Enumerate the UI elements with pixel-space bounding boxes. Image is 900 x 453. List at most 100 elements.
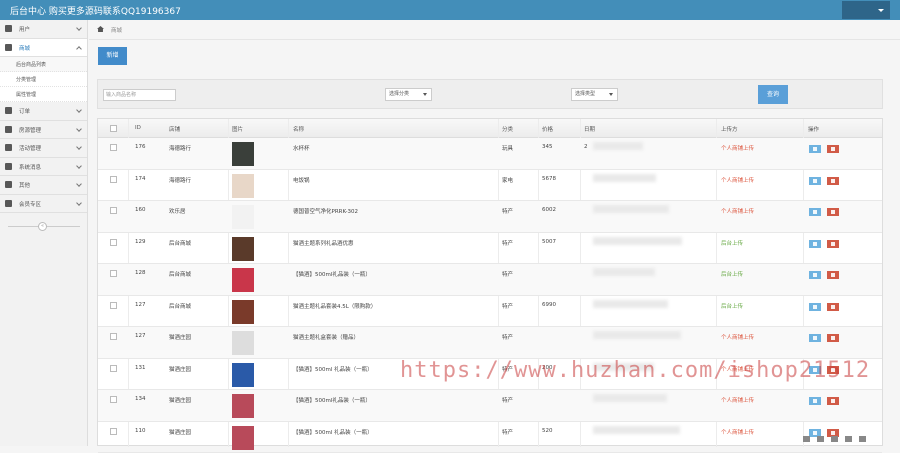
cell-price: 5678 bbox=[542, 176, 556, 182]
row-checkbox[interactable] bbox=[110, 239, 117, 246]
user-menu-button[interactable] bbox=[842, 1, 890, 19]
row-checkbox[interactable] bbox=[110, 396, 117, 403]
breadcrumb: 商城 bbox=[89, 20, 900, 40]
cell-uploader: 个人商铺上传 bbox=[721, 144, 754, 152]
cell-shop: 猫酒庄园 bbox=[169, 365, 191, 373]
type-select[interactable]: 选择类型 bbox=[571, 88, 618, 101]
cell-id: 176 bbox=[135, 144, 146, 150]
row-checkbox[interactable] bbox=[110, 302, 117, 309]
search-button[interactable]: 查询 bbox=[758, 85, 788, 104]
delete-icon[interactable] bbox=[827, 208, 839, 216]
delete-icon[interactable] bbox=[827, 397, 839, 405]
delete-icon[interactable] bbox=[827, 334, 839, 342]
cell-name: 猫酒主题礼盒套装（赠品） bbox=[293, 333, 359, 341]
sidebar-item-users[interactable]: 用户 bbox=[0, 20, 87, 39]
sidebar-item-other[interactable]: 其他 bbox=[0, 176, 87, 195]
cell-price: 520 bbox=[542, 428, 553, 434]
sidebar-item-messages[interactable]: 系统消息 bbox=[0, 158, 87, 177]
sidebar-item-orders[interactable]: 订单 bbox=[0, 102, 87, 121]
row-checkbox[interactable] bbox=[110, 270, 117, 277]
sidebar-subitem-attribute[interactable]: 属性管理 bbox=[0, 87, 87, 102]
breadcrumb-current: 商城 bbox=[111, 26, 122, 34]
col-image: 图片 bbox=[232, 125, 243, 133]
category-select[interactable]: 选择分类 bbox=[385, 88, 432, 101]
edit-icon[interactable] bbox=[809, 271, 821, 279]
cell-shop: 海德路行 bbox=[169, 176, 191, 184]
row-checkbox[interactable] bbox=[110, 428, 117, 435]
app-title: 后台中心 购买更多源码联系QQ19196367 bbox=[10, 4, 181, 17]
cell-category: 特产 bbox=[502, 428, 513, 436]
cell-uploader: 个人商铺上传 bbox=[721, 207, 754, 215]
edit-icon[interactable] bbox=[809, 397, 821, 405]
row-checkbox[interactable] bbox=[110, 176, 117, 183]
table-row: 128后台商城【猫酒】500ml礼品装（一瓶）特产后台上传 bbox=[98, 264, 882, 296]
product-thumbnail bbox=[232, 394, 254, 418]
redacted-date bbox=[593, 363, 654, 371]
sidebar-item-member[interactable]: 会员专区 bbox=[0, 195, 87, 214]
cell-uploader: 个人商铺上传 bbox=[721, 428, 754, 436]
product-name-input[interactable]: 输入商品名称 bbox=[103, 89, 176, 101]
edit-icon[interactable] bbox=[809, 366, 821, 374]
cell-category: 特产 bbox=[502, 207, 513, 215]
edit-icon[interactable] bbox=[809, 303, 821, 311]
cell-id: 127 bbox=[135, 333, 146, 339]
sidebar-subitem-product-list[interactable]: 后台商品列表 bbox=[0, 57, 87, 72]
select-all-checkbox[interactable] bbox=[110, 125, 117, 132]
chevron-up-icon bbox=[76, 46, 82, 52]
edit-icon[interactable] bbox=[809, 334, 821, 342]
cell-price: 6002 bbox=[542, 207, 556, 213]
cell-category: 特产 bbox=[502, 396, 513, 404]
sidebar-item-housing[interactable]: 房源管理 bbox=[0, 121, 87, 140]
col-category: 分类 bbox=[502, 125, 513, 133]
delete-icon[interactable] bbox=[827, 366, 839, 374]
product-thumbnail bbox=[232, 268, 254, 292]
delete-icon[interactable] bbox=[827, 177, 839, 185]
row-checkbox[interactable] bbox=[110, 333, 117, 340]
sidebar-item-mall[interactable]: 商城 bbox=[0, 39, 87, 58]
house-icon bbox=[5, 126, 12, 133]
edit-icon[interactable] bbox=[809, 208, 821, 216]
product-thumbnail bbox=[232, 331, 254, 355]
sidebar-collapse-button[interactable]: « bbox=[38, 222, 47, 231]
cell-uploader: 个人商铺上传 bbox=[721, 176, 754, 184]
filter-bar: 输入商品名称 选择分类 选择类型 查询 bbox=[97, 79, 883, 109]
table-header: ID 店铺 图片 名称 分类 价格 日期 上传方 操作 bbox=[98, 119, 882, 138]
table-row: 160欢乐居德国普空气净化PRRK-302特产6002个人商铺上传 bbox=[98, 201, 882, 233]
row-checkbox[interactable] bbox=[110, 144, 117, 151]
cell-shop: 猫酒庄园 bbox=[169, 333, 191, 341]
cell-price: 5007 bbox=[542, 239, 556, 245]
edit-icon[interactable] bbox=[809, 240, 821, 248]
caret-down-icon bbox=[609, 93, 613, 96]
col-shop: 店铺 bbox=[169, 125, 180, 133]
edit-icon[interactable] bbox=[809, 177, 821, 185]
delete-icon[interactable] bbox=[827, 303, 839, 311]
delete-icon[interactable] bbox=[827, 145, 839, 153]
home-icon[interactable] bbox=[97, 26, 104, 32]
delete-icon[interactable] bbox=[827, 271, 839, 279]
top-navbar: 后台中心 购买更多源码联系QQ19196367 bbox=[0, 0, 900, 20]
cell-shop: 后台商城 bbox=[169, 302, 191, 310]
redacted-date bbox=[593, 237, 682, 245]
redacted-date bbox=[593, 268, 655, 276]
cell-name: 电饭锅 bbox=[293, 176, 310, 184]
redacted-date bbox=[593, 394, 667, 402]
col-id: ID bbox=[135, 125, 141, 131]
activity-icon bbox=[5, 144, 12, 151]
cell-name: 猫酒主题礼品套装4.5L（限购款） bbox=[293, 302, 376, 310]
cell-id: 128 bbox=[135, 270, 146, 276]
product-thumbnail bbox=[232, 174, 254, 198]
redacted-date bbox=[593, 331, 681, 339]
table-row: 110猫酒庄园【猫酒】500ml 礼品装（一瓶）特产520个人商铺上传 bbox=[98, 422, 882, 453]
cell-uploader: 后台上传 bbox=[721, 239, 743, 247]
row-checkbox[interactable] bbox=[110, 365, 117, 372]
add-product-button[interactable]: 新增 bbox=[98, 47, 127, 65]
cell-name: 【猫酒】500ml 礼品装（一瓶） bbox=[293, 365, 373, 373]
sidebar-subitem-category[interactable]: 分类管理 bbox=[0, 72, 87, 87]
cell-id: 131 bbox=[135, 365, 146, 371]
delete-icon[interactable] bbox=[827, 240, 839, 248]
sidebar-item-activity[interactable]: 活动管理 bbox=[0, 139, 87, 158]
redacted-date bbox=[593, 205, 669, 213]
row-checkbox[interactable] bbox=[110, 207, 117, 214]
cell-category: 特产 bbox=[502, 365, 513, 373]
edit-icon[interactable] bbox=[809, 145, 821, 153]
